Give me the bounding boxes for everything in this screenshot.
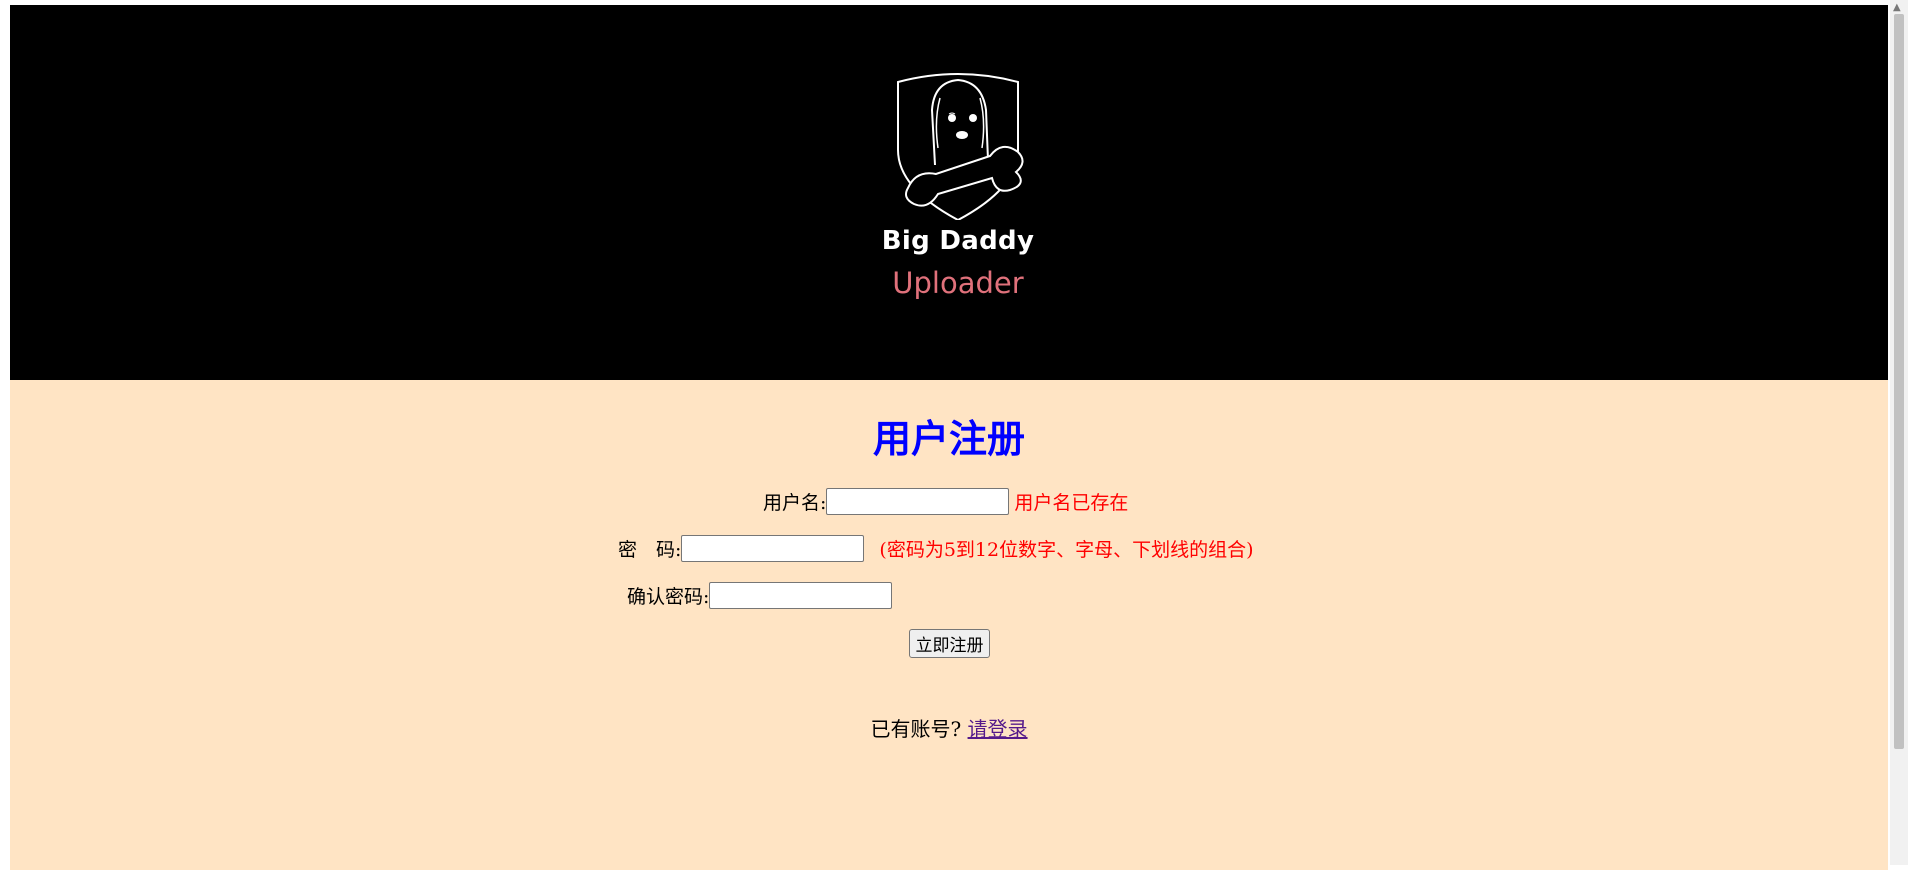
username-input[interactable] — [826, 488, 1010, 515]
register-panel: 用户注册 用户名: 用户名已存在 密 码: (密码为5到12位数字、字母、下划线… — [10, 380, 1888, 870]
login-prompt: 已有账号? 请登录 — [10, 713, 1888, 742]
brand-subtitle: Uploader — [892, 266, 1024, 300]
register-button[interactable]: 立即注册 — [909, 629, 990, 658]
password-row: 密 码: (密码为5到12位数字、字母、下划线的组合) — [618, 535, 1254, 562]
page: Big Daddy Uploader 用户注册 用户名: 用户名已存在 密 码:… — [10, 5, 1888, 870]
brand-name: Big Daddy — [881, 226, 1035, 256]
confirm-password-row: 确认密码: — [627, 582, 893, 609]
password-hint-text: (密码为5到12位数字、字母、下划线的组合) — [879, 539, 1254, 561]
brand-logo: Big Daddy Uploader — [878, 70, 1038, 320]
username-label: 用户名: — [763, 492, 827, 514]
confirm-password-label: 确认密码: — [627, 586, 710, 608]
password-input[interactable] — [681, 535, 865, 562]
login-prompt-text: 已有账号? — [870, 717, 962, 741]
page-title: 用户注册 — [872, 417, 1025, 461]
scroll-up-icon[interactable]: ▲ — [1893, 2, 1901, 13]
username-error-text: 用户名已存在 — [1014, 492, 1129, 514]
password-label: 密 码: — [618, 539, 682, 561]
confirm-password-input[interactable] — [709, 582, 893, 609]
dog-with-bone-shield-icon — [897, 73, 1024, 220]
login-link[interactable]: 请登录 — [968, 717, 1028, 741]
scrollbar-thumb[interactable] — [1894, 14, 1904, 749]
username-row: 用户名: 用户名已存在 — [763, 488, 1128, 515]
vertical-scrollbar[interactable]: ▲ — [1890, 0, 1908, 865]
header-banner: Big Daddy Uploader — [10, 5, 1888, 380]
